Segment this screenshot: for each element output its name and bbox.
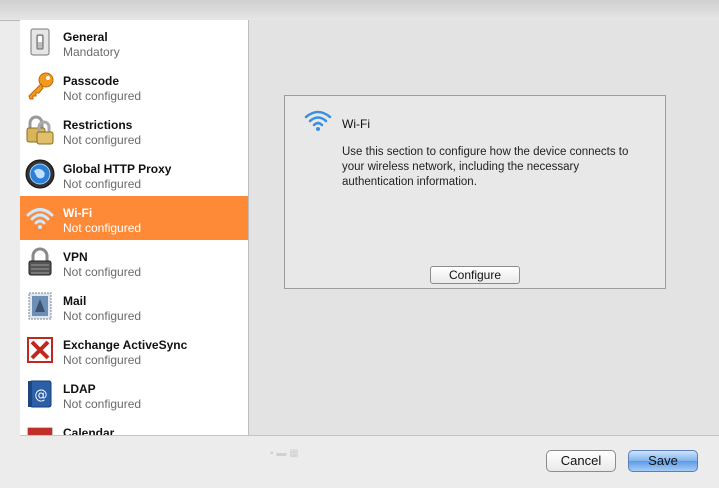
sidebar-item-title: LDAP <box>63 382 96 396</box>
address-book-icon: @ <box>24 378 56 410</box>
sidebar-item-status: Not configured <box>63 353 142 367</box>
sidebar-item-mail[interactable]: Mail Not configured <box>20 284 248 328</box>
svg-text:@: @ <box>35 388 48 403</box>
sidebar-item-status: Not configured <box>63 177 142 191</box>
sidebar-item-title: Exchange ActiveSync <box>63 338 188 352</box>
sidebar-item-status: Not configured <box>63 397 142 411</box>
sidebar-item-title: Restrictions <box>63 118 133 132</box>
payload-sidebar[interactable]: General Mandatory Passcode Not configure… <box>20 20 249 435</box>
key-icon <box>24 70 56 102</box>
save-button[interactable]: Save <box>628 450 698 472</box>
sidebar-item-calendar[interactable]: Calendar <box>20 416 248 435</box>
wifi-icon <box>303 108 333 134</box>
exchange-icon <box>24 334 56 366</box>
switch-icon <box>24 26 56 58</box>
payload-sheet: General Mandatory Passcode Not configure… <box>20 20 719 436</box>
panel-description: Use this section to configure how the de… <box>342 146 629 188</box>
sidebar-item-vpn[interactable]: VPN Not configured <box>20 240 248 284</box>
padlocks-icon <box>24 114 56 146</box>
wifi-icon <box>24 202 56 234</box>
sidebar-item-ldap[interactable]: @ LDAP Not configured <box>20 372 248 416</box>
wifi-info-panel: Wi-Fi Use this section to configure how … <box>284 95 666 289</box>
sidebar-item-title: Passcode <box>63 74 120 88</box>
sidebar-item-exchange-activesync[interactable]: Exchange ActiveSync Not configured <box>20 328 248 372</box>
sidebar-item-wifi[interactable]: Wi-Fi Not configured <box>20 196 248 240</box>
configure-button[interactable]: Configure <box>430 266 520 284</box>
cancel-button[interactable]: Cancel <box>546 450 616 472</box>
sidebar-item-status: Mandatory <box>63 45 120 59</box>
sidebar-item-global-http-proxy[interactable]: Global HTTP Proxy Not configured <box>20 152 248 196</box>
sidebar-item-status: Not configured <box>63 89 142 103</box>
globe-icon <box>24 158 56 190</box>
sidebar-item-title: Global HTTP Proxy <box>63 162 172 176</box>
sidebar-item-restrictions[interactable]: Restrictions Not configured <box>20 108 248 152</box>
sidebar-item-title: Mail <box>63 294 87 308</box>
panel-title: Wi-Fi <box>342 117 370 131</box>
sidebar-item-title: VPN <box>63 250 88 264</box>
sidebar-item-status: Not configured <box>63 265 142 279</box>
sidebar-item-status: Not configured <box>63 309 142 323</box>
sidebar-item-general[interactable]: General Mandatory <box>20 20 248 64</box>
sidebar-item-title: General <box>63 30 108 44</box>
sidebar-item-status: Not configured <box>63 133 142 147</box>
sidebar-item-passcode[interactable]: Passcode Not configured <box>20 64 248 108</box>
background-toolbar-ghost: ▪ ▬ ▦ <box>270 448 299 459</box>
window-top-bar <box>0 0 719 21</box>
vpn-lock-icon <box>24 246 56 278</box>
calendar-icon <box>24 422 56 435</box>
sidebar-item-title: Calendar <box>63 426 115 435</box>
sidebar-item-status: Not configured <box>63 221 142 235</box>
sidebar-item-title: Wi-Fi <box>63 206 93 220</box>
mail-stamp-icon <box>24 290 56 322</box>
